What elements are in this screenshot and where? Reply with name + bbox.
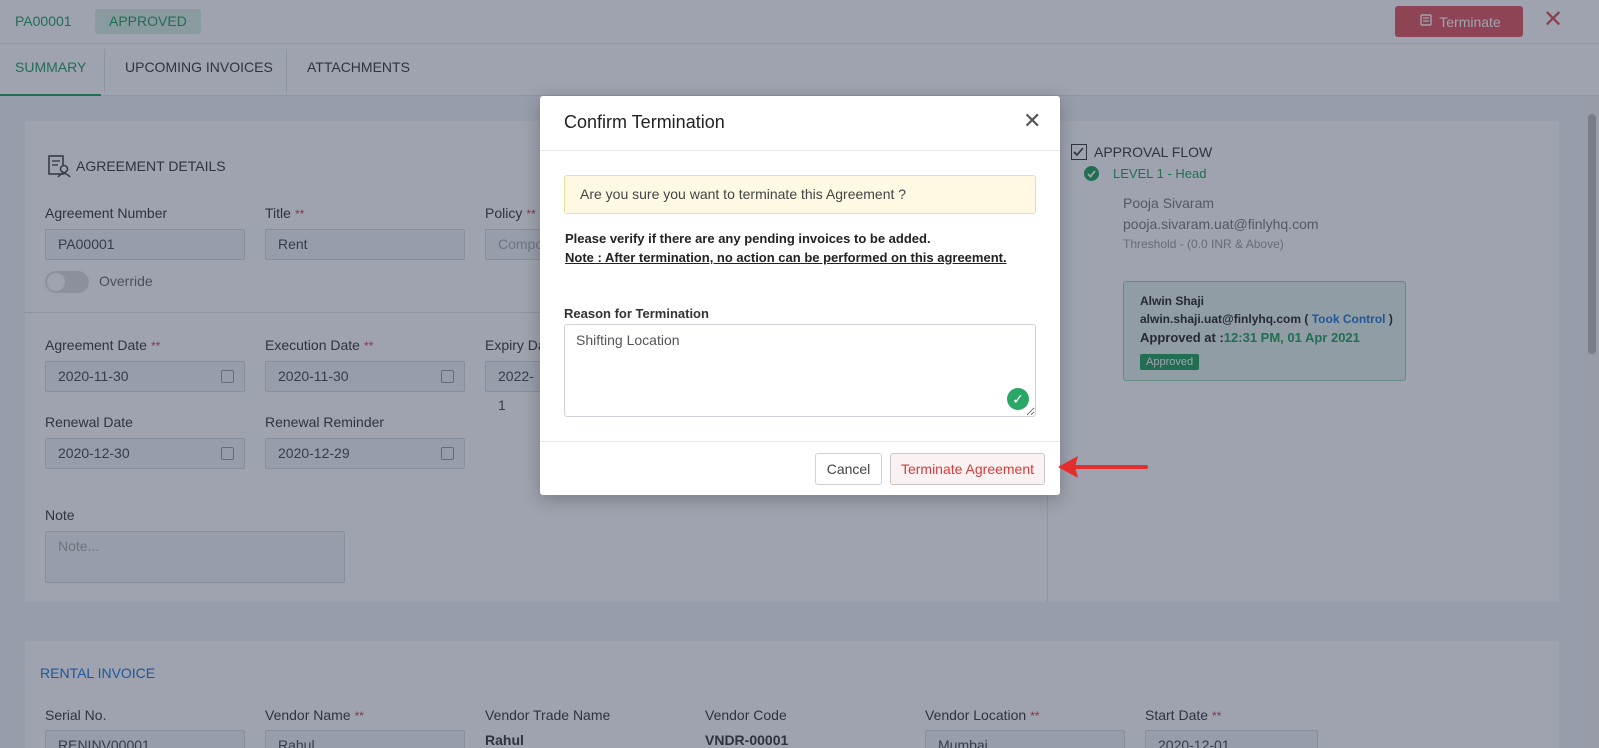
termination-note: Note : After termination, no action can … [565, 250, 1007, 265]
warning-message: Are you sure you want to terminate this … [564, 175, 1036, 214]
modal-title: Confirm Termination [564, 112, 725, 132]
modal-footer: Cancel Terminate Agreement [540, 441, 1060, 495]
reason-textarea[interactable]: Shifting Location [564, 324, 1036, 417]
reason-label: Reason for Termination [564, 306, 709, 321]
verify-text: Please verify if there are any pending i… [565, 231, 931, 246]
terminate-agreement-button[interactable]: Terminate Agreement [890, 453, 1045, 485]
modal-close-icon[interactable]: ✕ [1023, 110, 1041, 132]
modal-header: Confirm Termination ✕ [540, 96, 1060, 151]
confirm-termination-dialog: Confirm Termination ✕ Are you sure you w… [540, 96, 1060, 495]
cancel-button[interactable]: Cancel [815, 453, 882, 485]
valid-check-icon: ✓ [1007, 388, 1029, 410]
annotation-arrow-icon [1058, 456, 1148, 478]
